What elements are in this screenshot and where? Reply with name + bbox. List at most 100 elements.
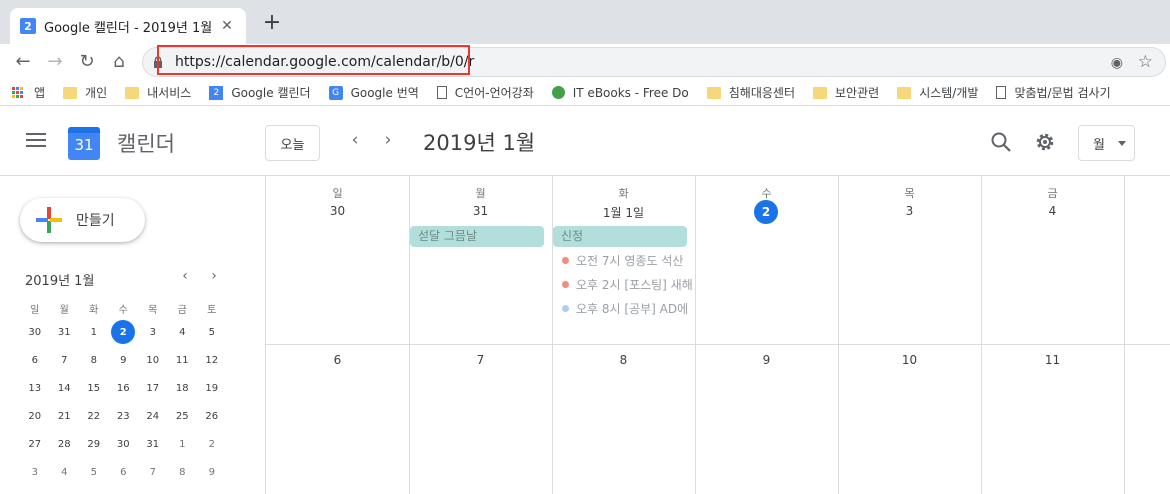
day-number[interactable]: 8: [552, 353, 695, 367]
mini-day[interactable]: 23: [109, 402, 139, 430]
grid-divider: [981, 176, 982, 494]
mini-day[interactable]: 15: [79, 374, 109, 402]
mini-day[interactable]: 31: [50, 318, 80, 346]
mini-day-today[interactable]: 2: [109, 318, 139, 346]
day-number[interactable]: 7: [409, 353, 552, 367]
bookmark-link[interactable]: IT eBooks - Free Do: [551, 86, 689, 100]
close-icon[interactable]: ✕: [218, 18, 236, 34]
mini-day[interactable]: 26: [197, 402, 227, 430]
search-icon[interactable]: [990, 131, 1012, 153]
mini-day[interactable]: 12: [197, 346, 227, 374]
day-number[interactable]: 3: [838, 204, 981, 218]
new-tab-button[interactable]: +: [260, 12, 284, 36]
mini-day[interactable]: 4: [50, 458, 80, 486]
mini-day[interactable]: 19: [197, 374, 227, 402]
bookmark-folder[interactable]: 내서비스: [125, 84, 191, 101]
bookmark-link[interactable]: C언어-언어강좌: [436, 84, 534, 101]
mini-day[interactable]: 30: [109, 430, 139, 458]
mini-day[interactable]: 9: [109, 346, 139, 374]
day-number[interactable]: 10: [838, 353, 981, 367]
bookmark-star-icon[interactable]: ☆: [1138, 52, 1153, 72]
mini-day[interactable]: 21: [50, 402, 80, 430]
mini-week-row: 6 7 8 9 10 11 12: [20, 346, 230, 374]
mini-day[interactable]: 4: [168, 318, 198, 346]
event-label: 오후 8시 [공부] AD에: [576, 301, 689, 316]
bookmark-folder[interactable]: 침해대응센터: [706, 84, 796, 101]
day-number[interactable]: 4: [981, 204, 1124, 218]
day-number[interactable]: 1월 1일: [552, 204, 695, 221]
mini-day[interactable]: 10: [138, 346, 168, 374]
day-number-today[interactable]: 2: [754, 200, 778, 224]
home-icon[interactable]: ⌂: [106, 50, 132, 74]
mini-day[interactable]: 27: [20, 430, 50, 458]
mini-prev-button[interactable]: ‹: [177, 268, 193, 284]
mini-day[interactable]: 2: [197, 430, 227, 458]
mini-day[interactable]: 1: [168, 430, 198, 458]
mini-day[interactable]: 24: [138, 402, 168, 430]
grid-divider: [266, 344, 1170, 345]
mini-week-row: 27 28 29 30 31 1 2: [20, 430, 230, 458]
bookmark-link[interactable]: G Google 번역: [328, 84, 419, 101]
timed-event[interactable]: 오후 2시 [포스팅] 새해: [562, 275, 692, 293]
folder-icon: [813, 86, 828, 99]
mini-day[interactable]: 22: [79, 402, 109, 430]
allday-event[interactable]: 신정: [553, 226, 687, 247]
today-button[interactable]: 오늘: [265, 125, 320, 161]
mini-day[interactable]: 8: [79, 346, 109, 374]
bookmark-folder[interactable]: 시스템/개발: [897, 84, 978, 101]
hamburger-menu-icon[interactable]: [26, 133, 46, 147]
mini-day[interactable]: 9: [197, 458, 227, 486]
bookmark-folder[interactable]: 개인: [63, 84, 107, 101]
mini-day[interactable]: 18: [168, 374, 198, 402]
mini-day[interactable]: 7: [138, 458, 168, 486]
mini-day[interactable]: 29: [79, 430, 109, 458]
back-arrow-icon[interactable]: ←: [10, 50, 36, 74]
prev-period-button[interactable]: ‹: [345, 130, 365, 150]
mini-day[interactable]: 8: [168, 458, 198, 486]
allday-event[interactable]: 섣달 그믐날: [410, 226, 544, 247]
mini-day[interactable]: 1: [79, 318, 109, 346]
day-number[interactable]: 11: [981, 353, 1124, 367]
view-selector[interactable]: 월: [1078, 125, 1135, 161]
reload-icon[interactable]: ↻: [74, 50, 100, 74]
mini-weekday: 일: [30, 304, 40, 316]
bookmark-folder[interactable]: 보안관련: [813, 84, 879, 101]
mini-day[interactable]: 6: [20, 346, 50, 374]
create-button[interactable]: 만들기: [20, 198, 145, 242]
calendar-logo[interactable]: 31: [68, 127, 100, 160]
mini-day[interactable]: 6: [109, 458, 139, 486]
mini-day[interactable]: 14: [50, 374, 80, 402]
mini-day[interactable]: 7: [50, 346, 80, 374]
timed-event[interactable]: 오전 7시 영종도 석산: [562, 251, 692, 269]
day-number[interactable]: 6: [266, 353, 409, 367]
bookmark-link[interactable]: 맞춤법/문법 검사기: [996, 84, 1111, 101]
bookmark-label: 침해대응센터: [728, 86, 796, 100]
mini-day[interactable]: 20: [20, 402, 50, 430]
mini-day[interactable]: 16: [109, 374, 139, 402]
bookmark-label: 앱: [34, 86, 46, 100]
mini-next-button[interactable]: ›: [206, 268, 222, 284]
next-period-button[interactable]: ›: [378, 130, 398, 150]
day-number[interactable]: 31: [409, 204, 552, 218]
day-number[interactable]: 30: [266, 204, 409, 218]
mini-day[interactable]: 5: [197, 318, 227, 346]
timed-event[interactable]: 오후 8시 [공부] AD에: [562, 299, 692, 317]
mini-day[interactable]: 28: [50, 430, 80, 458]
mini-day[interactable]: 31: [138, 430, 168, 458]
bookmark-link[interactable]: 2 Google 캘린더: [209, 84, 311, 101]
mini-day[interactable]: 3: [138, 318, 168, 346]
mini-day[interactable]: 3: [20, 458, 50, 486]
month-grid: 일 월 화 수 목 금 30 31 1월 1일 2 3 4 섣달 그믐날 신정 …: [265, 176, 1170, 494]
mini-day[interactable]: 17: [138, 374, 168, 402]
mini-day[interactable]: 13: [20, 374, 50, 402]
browser-tab[interactable]: 2 Google 캘린더 - 2019년 1월 ✕: [10, 8, 246, 44]
day-number[interactable]: 9: [695, 353, 838, 367]
mini-day[interactable]: 30: [20, 318, 50, 346]
mini-day[interactable]: 5: [79, 458, 109, 486]
forward-arrow-icon[interactable]: →: [42, 50, 68, 74]
mini-day[interactable]: 11: [168, 346, 198, 374]
eye-icon[interactable]: ◉: [1111, 55, 1123, 71]
mini-day[interactable]: 25: [168, 402, 198, 430]
bookmark-apps[interactable]: 앱: [12, 84, 45, 101]
gear-icon[interactable]: [1034, 131, 1056, 153]
